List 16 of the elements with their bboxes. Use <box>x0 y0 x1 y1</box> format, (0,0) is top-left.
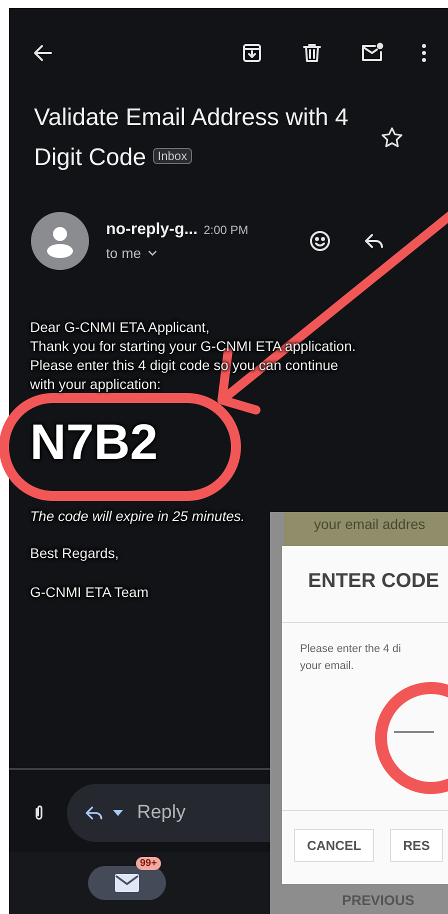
closing-text: Best Regards, <box>30 544 119 563</box>
recipient-dropdown[interactable]: to me <box>106 244 278 261</box>
signature-text: G-CNMI ETA Team <box>30 582 149 602</box>
email-subject: Validate Email Address with 4 Digit Code $^{Inbox}$ <box>34 103 350 173</box>
sender-name: no-reply-g... <box>106 220 198 239</box>
inbox-label[interactable]: Inbox <box>152 148 192 164</box>
dialog-button[interactable]: RES <box>390 829 443 862</box>
expiry-text: The code will expire in 25 minutes. <box>30 508 245 524</box>
dialog-message: Please enter the 4 di your email. <box>299 642 402 674</box>
banner-text: your email addres <box>284 512 448 546</box>
dialog-button[interactable]: CANCEL <box>294 829 374 862</box>
dialog-title: ENTER CODE <box>282 546 448 623</box>
verification-code: N7B2 <box>30 412 158 472</box>
unread-badge: 99+ <box>136 857 161 870</box>
greeting-text: Dear G-CNMI ETA Applicant, <box>30 318 210 337</box>
sent-time: 2:00 PM <box>204 222 248 237</box>
